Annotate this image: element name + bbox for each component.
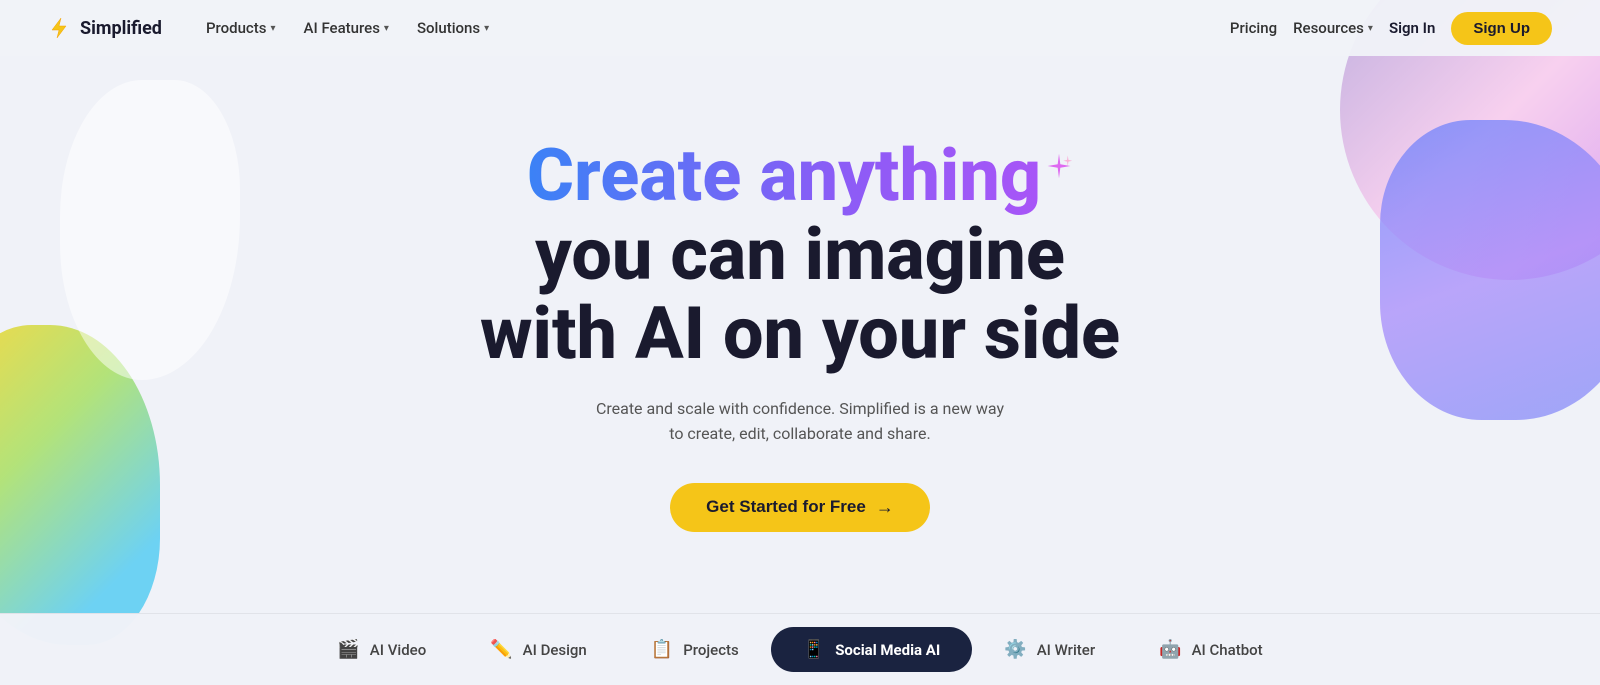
- feature-ai-chatbot[interactable]: 🤖 AI Chatbot: [1127, 627, 1295, 672]
- nav-left: Simplified Products ▾ AI Features ▾ Solu…: [48, 13, 501, 43]
- resources-chevron-icon: ▾: [1368, 23, 1373, 34]
- nav-menu: Products ▾ AI Features ▾ Solutions ▾: [194, 13, 501, 43]
- nav-right: Pricing Resources ▾ Sign In Sign Up: [1230, 12, 1552, 45]
- feature-ai-writer[interactable]: ⚙️ AI Writer: [972, 627, 1127, 672]
- logo[interactable]: Simplified: [48, 16, 162, 40]
- nav-resources[interactable]: Resources ▾: [1293, 19, 1373, 37]
- hero-title: Create anything you can imagine with AI …: [480, 136, 1120, 374]
- nav-pricing[interactable]: Pricing: [1230, 19, 1277, 37]
- hero-subtitle: Create and scale with confidence. Simpli…: [596, 396, 1004, 447]
- sign-up-button[interactable]: Sign Up: [1451, 12, 1552, 45]
- logo-text: Simplified: [80, 18, 162, 39]
- hero-title-gradient: Create anything: [527, 133, 1041, 218]
- products-chevron-icon: ▾: [270, 23, 275, 34]
- cta-arrow-icon: →: [876, 497, 894, 518]
- social-media-ai-icon: 📱: [803, 639, 825, 660]
- projects-icon: 📋: [651, 639, 673, 660]
- feature-social-media-ai[interactable]: 📱 Social Media AI: [771, 627, 973, 672]
- feature-bar: 🎬 AI Video ✏️ AI Design 📋 Projects 📱 Soc…: [0, 613, 1600, 685]
- sign-in-link[interactable]: Sign In: [1389, 19, 1435, 37]
- cta-button[interactable]: Get Started for Free →: [670, 483, 930, 532]
- solutions-chevron-icon: ▾: [484, 23, 489, 34]
- nav-ai-features[interactable]: AI Features ▾: [292, 13, 401, 43]
- feature-projects[interactable]: 📋 Projects: [619, 627, 771, 672]
- cta-label: Get Started for Free: [706, 497, 866, 517]
- feature-ai-writer-label: AI Writer: [1037, 641, 1095, 659]
- hero-title-line2: with AI on your side: [480, 291, 1120, 376]
- nav-solutions[interactable]: Solutions ▾: [405, 13, 501, 43]
- hero-title-line1: you can imagine: [535, 212, 1065, 297]
- nav-products[interactable]: Products ▾: [194, 13, 288, 43]
- navbar: Simplified Products ▾ AI Features ▾ Solu…: [0, 0, 1600, 56]
- sparkle-icon: [1045, 116, 1073, 195]
- ai-writer-icon: ⚙️: [1004, 639, 1026, 660]
- hero-section: Create anything you can imagine with AI …: [0, 56, 1600, 532]
- feature-ai-video[interactable]: 🎬 AI Video: [305, 627, 458, 672]
- feature-projects-label: Projects: [683, 641, 739, 659]
- logo-icon: [48, 16, 72, 40]
- feature-ai-design-label: AI Design: [523, 641, 587, 659]
- ai-chatbot-icon: 🤖: [1159, 639, 1181, 660]
- ai-features-chevron-icon: ▾: [384, 23, 389, 34]
- feature-ai-video-label: AI Video: [370, 641, 426, 659]
- feature-ai-design[interactable]: ✏️ AI Design: [458, 627, 619, 672]
- ai-design-icon: ✏️: [490, 639, 512, 660]
- feature-social-media-ai-label: Social Media AI: [835, 641, 940, 659]
- ai-video-icon: 🎬: [337, 639, 359, 660]
- feature-ai-chatbot-label: AI Chatbot: [1192, 641, 1263, 659]
